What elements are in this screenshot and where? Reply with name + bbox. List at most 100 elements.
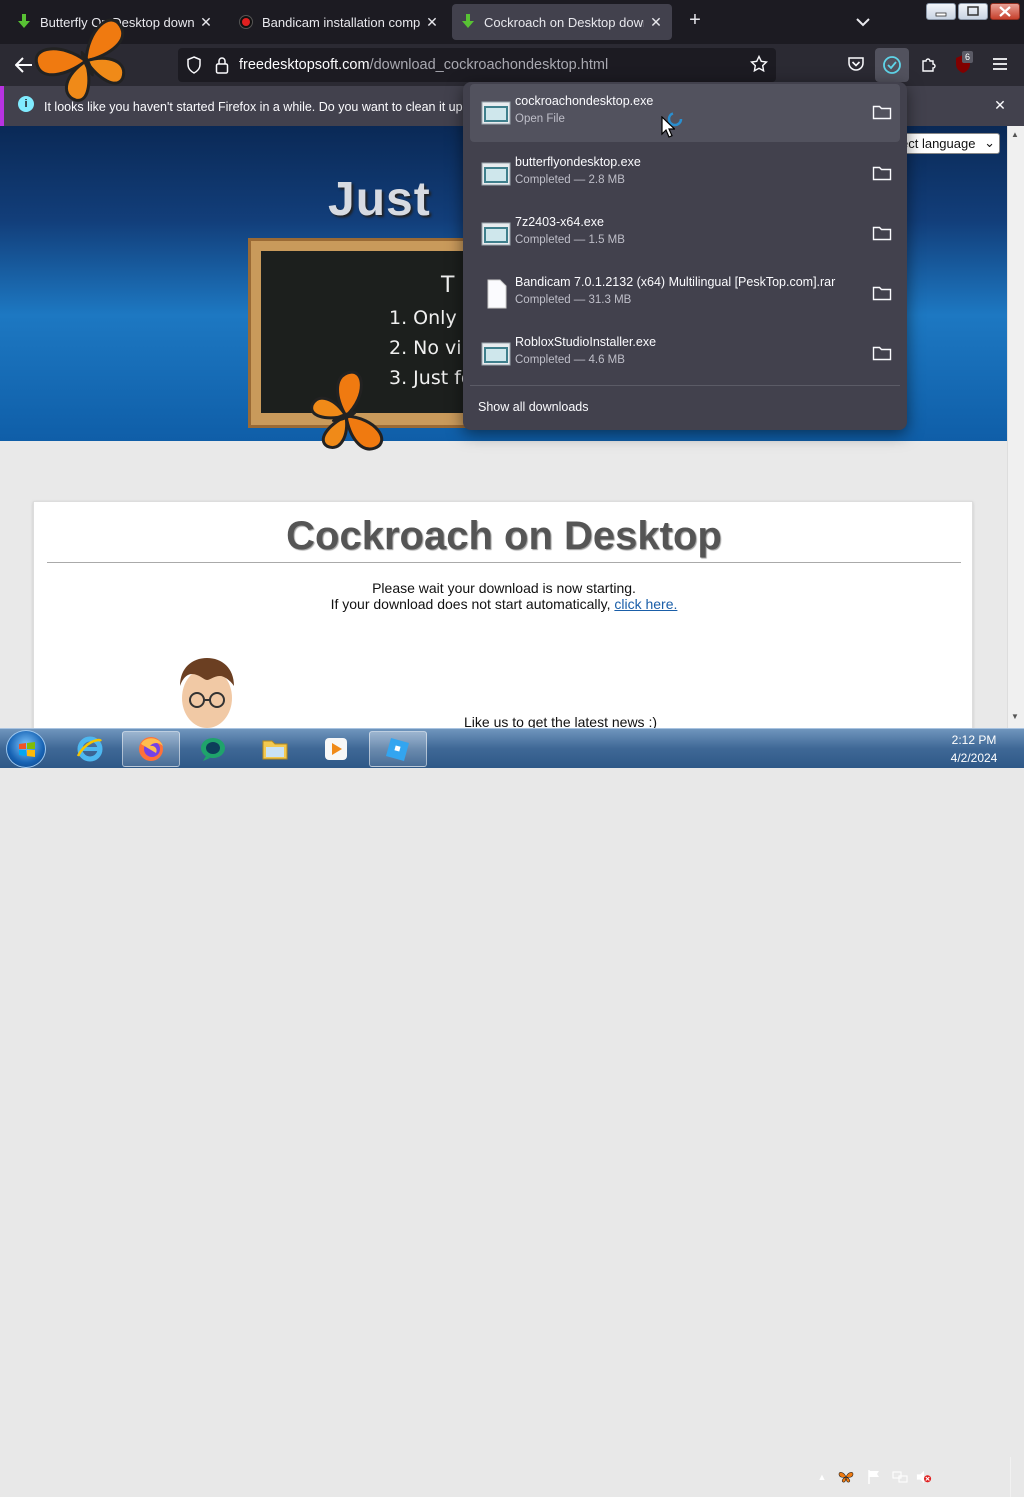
show-hidden-icons-arrow[interactable]: ▲ <box>814 1469 830 1485</box>
exe-file-icon <box>481 162 511 186</box>
click-here-link[interactable]: click here. <box>614 596 677 612</box>
divider <box>470 385 900 386</box>
language-select-value: ect language <box>901 136 976 151</box>
download-status: Completed — 1.5 MB <box>515 234 625 246</box>
close-notification-icon[interactable]: ✕ <box>992 97 1008 113</box>
cartoon-avatar-image <box>172 656 242 728</box>
tab-cockroach-download[interactable]: Cockroach on Desktop download ✕ <box>452 4 672 40</box>
tab-strip: Butterfly On Desktop download ✕ Bandicam… <box>0 0 1024 44</box>
mouse-cursor-icon <box>661 116 675 138</box>
page-scrollbar[interactable]: ▲ ▼ <box>1007 126 1024 728</box>
taskbar-firefox[interactable] <box>122 731 180 767</box>
close-tab-icon[interactable]: ✕ <box>424 14 440 31</box>
taskbar-file-explorer[interactable] <box>246 731 304 767</box>
download-status: Completed — 31.3 MB <box>515 294 632 306</box>
restore-window-button[interactable] <box>958 3 988 20</box>
internet-explorer-icon <box>76 736 103 762</box>
divider <box>47 562 961 563</box>
download-item[interactable]: cockroachondesktop.exe Open File <box>470 84 900 142</box>
list-all-tabs-button[interactable] <box>852 12 874 32</box>
close-window-button[interactable] <box>990 3 1020 20</box>
auto-download-message: If your download does not start automati… <box>34 596 974 612</box>
start-button[interactable] <box>6 730 46 768</box>
download-status: Open File <box>515 113 565 125</box>
download-filename: butterflyondesktop.exe <box>515 155 641 169</box>
tab-title: Bandicam installation complete <box>262 14 420 30</box>
show-in-folder-icon[interactable] <box>872 165 892 181</box>
show-in-folder-icon[interactable] <box>872 285 892 301</box>
extension-badge-count: 6 <box>962 51 974 63</box>
taskbar-internet-explorer[interactable] <box>61 731 119 767</box>
clock-time[interactable]: 2:12 PM <box>946 733 1002 747</box>
chat-bubble-icon <box>201 738 225 761</box>
hamburger-menu-icon[interactable] <box>990 54 1010 74</box>
extensions-puzzle-icon[interactable] <box>919 54 939 74</box>
taskbar-chat-app[interactable] <box>184 731 242 767</box>
new-tab-button[interactable]: + <box>684 10 706 32</box>
exe-file-icon <box>481 222 511 246</box>
download-filename: Bandicam 7.0.1.2132 (x64) Multilingual [… <box>515 275 836 289</box>
chevron-down-icon: ⌄ <box>984 135 995 150</box>
show-all-downloads-link[interactable]: Show all downloads <box>478 400 589 414</box>
show-in-folder-icon[interactable] <box>872 104 892 120</box>
volume-muted-icon[interactable] <box>916 1469 932 1485</box>
downloads-complete-icon <box>883 56 901 74</box>
close-tab-icon[interactable]: ✕ <box>198 14 214 31</box>
download-status: Completed — 2.8 MB <box>515 174 625 186</box>
exe-file-icon <box>481 342 511 366</box>
wait-message: Please wait your download is now startin… <box>372 580 636 596</box>
bookmark-star-icon[interactable] <box>749 54 769 74</box>
download-filename: cockroachondesktop.exe <box>515 94 654 108</box>
downloads-button[interactable] <box>875 48 909 82</box>
windows-taskbar: ▲ <box>0 728 1024 1497</box>
download-item[interactable]: 7z2403-x64.exe Completed — 1.5 MB <box>470 205 900 263</box>
blackboard-heading: T <box>441 273 455 298</box>
back-arrow-icon[interactable] <box>14 55 34 75</box>
scroll-up-arrow-icon[interactable]: ▲ <box>1011 130 1019 139</box>
download-arrow-icon <box>460 14 476 30</box>
close-tab-icon[interactable]: ✕ <box>648 14 664 31</box>
show-in-folder-icon[interactable] <box>872 225 892 241</box>
download-item[interactable]: Bandicam 7.0.1.2132 (x64) Multilingual [… <box>470 265 900 323</box>
exe-file-icon <box>481 101 511 125</box>
firefox-icon <box>139 737 163 761</box>
url-path: /download_cockroachondesktop.html <box>369 57 609 73</box>
like-us-text: Like us to get the latest news :) <box>464 714 657 728</box>
downloads-panel: cockroachondesktop.exe Open File butterf… <box>463 82 907 430</box>
media-player-icon <box>325 738 347 760</box>
language-select[interactable]: ect language ⌄ <box>896 133 1000 154</box>
scroll-down-arrow-icon[interactable]: ▼ <box>1011 712 1019 721</box>
download-arrow-icon <box>16 14 32 30</box>
taskbar-media-player[interactable] <box>307 731 365 767</box>
network-icon[interactable] <box>892 1469 908 1485</box>
show-desktop-button[interactable] <box>1010 1457 1024 1497</box>
minimize-window-button[interactable] <box>926 3 956 20</box>
tracking-shield-icon[interactable] <box>184 55 204 75</box>
roblox-studio-icon <box>386 738 409 761</box>
auto-download-text: If your download does not start automati… <box>330 596 611 612</box>
download-item[interactable]: RobloxStudioInstaller.exe Completed — 4.… <box>470 325 900 383</box>
download-filename: RobloxStudioInstaller.exe <box>515 335 657 349</box>
clock-date[interactable]: 4/2/2024 <box>946 751 1002 765</box>
bandicam-record-icon <box>238 14 254 30</box>
lock-icon[interactable] <box>212 55 232 75</box>
show-in-folder-icon[interactable] <box>872 345 892 361</box>
pocket-icon[interactable] <box>846 54 866 74</box>
tab-bandicam-installation[interactable]: Bandicam installation complete ✕ <box>230 4 448 40</box>
download-status: Completed — 4.6 MB <box>515 354 625 366</box>
hero-title: Just <box>328 173 431 226</box>
taskbar-roblox-studio[interactable] <box>369 731 427 767</box>
download-item[interactable]: butterflyondesktop.exe Completed — 2.8 M… <box>470 145 900 203</box>
windows-logo-icon <box>19 742 35 757</box>
generic-file-icon <box>487 279 507 309</box>
butterfly-image <box>310 370 384 451</box>
action-center-flag-icon[interactable] <box>866 1469 882 1485</box>
tab-title: Cockroach on Desktop download <box>484 14 644 30</box>
butterfly-tray-icon[interactable] <box>838 1469 854 1485</box>
butterfly-image <box>34 18 126 102</box>
url-domain: freedesktopsoft.com <box>239 57 370 73</box>
card-title: Cockroach on Desktop <box>286 514 722 558</box>
url-text[interactable]: freedesktopsoft.com/download_cockroachon… <box>239 57 608 73</box>
folder-icon <box>262 740 288 760</box>
download-filename: 7z2403-x64.exe <box>515 215 604 229</box>
